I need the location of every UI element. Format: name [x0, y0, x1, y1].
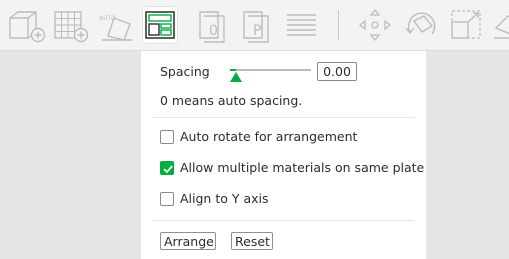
move-icon[interactable] — [356, 6, 394, 44]
arrange-settings-panel: Spacing 0.00 0 means auto spacing. Auto … — [141, 51, 426, 259]
scale-icon[interactable] — [448, 6, 486, 44]
auto-rotate-label[interactable]: Auto rotate for arrangement — [180, 129, 357, 145]
multiple-materials-checkbox[interactable] — [160, 161, 174, 175]
plate-p-label: P — [253, 23, 261, 39]
add-plate-icon[interactable] — [4, 6, 48, 44]
spacing-slider-fill — [230, 69, 236, 71]
plate-object-icon[interactable]: 0 — [194, 6, 232, 44]
spacing-label: Spacing — [160, 64, 210, 79]
arrange-button[interactable]: Arrange — [160, 232, 216, 250]
multiple-materials-label[interactable]: Allow multiple materials on same plate — [180, 160, 424, 176]
plate-p-icon[interactable]: P — [238, 6, 276, 44]
add-grid-plate-icon[interactable] — [52, 6, 92, 44]
align-y-axis-checkbox[interactable] — [160, 192, 174, 206]
align-y-axis-label[interactable]: Align to Y axis — [180, 191, 269, 207]
reset-button[interactable]: Reset — [231, 232, 273, 250]
spacing-slider-thumb[interactable] — [230, 72, 242, 82]
spacing-input[interactable]: 0.00 — [317, 62, 357, 81]
arrange-icon[interactable] — [142, 6, 178, 44]
spacing-note: 0 means auto spacing. — [160, 93, 303, 108]
divider — [153, 220, 414, 221]
toolbar: AUTO 0 P — [0, 0, 509, 51]
spacing-slider[interactable] — [230, 69, 311, 71]
auto-rotate-checkbox[interactable] — [160, 130, 174, 144]
lay-on-face-icon[interactable] — [492, 6, 509, 44]
auto-orient-icon[interactable]: AUTO — [96, 6, 138, 44]
plate-object-label: 0 — [209, 23, 218, 39]
rotate-icon[interactable] — [402, 6, 440, 44]
divider — [153, 117, 414, 118]
split-lines-icon[interactable] — [284, 6, 320, 44]
toolbar-divider — [338, 10, 339, 40]
checkmark-icon — [163, 165, 173, 174]
